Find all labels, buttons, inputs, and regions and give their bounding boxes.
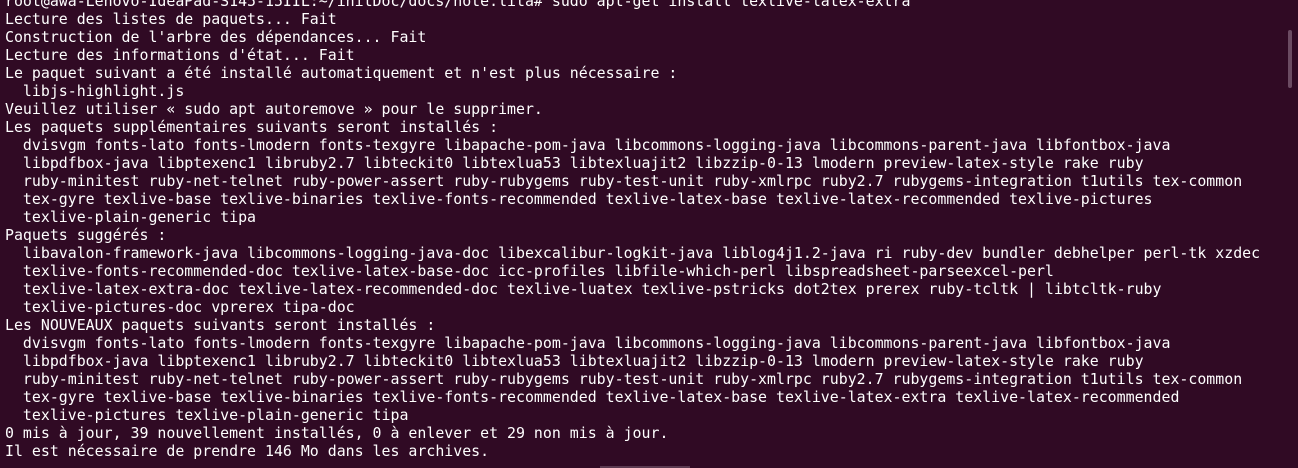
terminal-window[interactable]: root@awa-Lenovo-IdeaPad-S145-15IIL:~/ini… [0,0,1298,468]
terminal-line: ruby-minitest ruby-net-telnet ruby-power… [5,370,1243,388]
terminal-line: Les paquets supplémentaires suivants ser… [5,118,499,136]
scrollbar-thumb[interactable] [1288,30,1292,88]
terminal-output: root@awa-Lenovo-IdeaPad-S145-15IIL:~/ini… [5,0,1260,460]
terminal-line: Il est nécessaire de prendre 146 Mo dans… [5,442,490,460]
terminal-line: Le paquet suivant a été installé automat… [5,64,678,82]
terminal-line: Construction de l'arbre des dépendances.… [5,28,427,46]
terminal-line: libpdfbox-java libptexenc1 libruby2.7 li… [5,154,1144,172]
terminal-prompt-line: root@awa-Lenovo-IdeaPad-S145-15IIL:~/ini… [5,0,911,10]
terminal-line: texlive-pictures-doc vprerex tipa-doc [5,298,355,316]
terminal-line: libpdfbox-java libptexenc1 libruby2.7 li… [5,352,1144,370]
terminal-line: tex-gyre texlive-base texlive-binaries t… [5,190,1153,208]
terminal-line: ruby-minitest ruby-net-telnet ruby-power… [5,172,1243,190]
terminal-line: Lecture des informations d'état... Fait [5,46,355,64]
terminal-line: Lecture des listes de paquets... Fait [5,10,337,28]
terminal-line: tex-gyre texlive-base texlive-binaries t… [5,388,1180,406]
terminal-line: 0 mis à jour, 39 nouvellement installés,… [5,424,669,442]
terminal-line: texlive-latex-extra-doc texlive-latex-re… [5,280,1162,298]
terminal-line: libavalon-framework-java libcommons-logg… [5,244,1261,262]
terminal-line: texlive-fonts-recommended-doc texlive-la… [5,262,1054,280]
terminal-line: Les NOUVEAUX paquets suivants seront ins… [5,316,436,334]
terminal-line: Veuillez utiliser « sudo apt autoremove … [5,100,543,118]
terminal-line: texlive-plain-generic tipa [5,208,257,226]
terminal-line: Paquets suggérés : [5,226,167,244]
terminal-line: texlive-pictures texlive-plain-generic t… [5,406,409,424]
vertical-scrollbar[interactable] [1286,0,1292,468]
terminal-line: libjs-highlight.js [5,82,185,100]
terminal-line: dvisvgm fonts-lato fonts-lmodern fonts-t… [5,334,1171,352]
terminal-line: dvisvgm fonts-lato fonts-lmodern fonts-t… [5,136,1171,154]
